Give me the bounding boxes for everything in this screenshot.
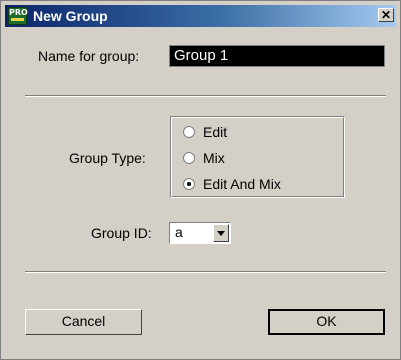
radio-option-edit-and-mix[interactable]: Edit And Mix [183, 174, 281, 194]
pro-tools-icon: PRO [8, 7, 28, 25]
ok-button[interactable]: OK [268, 309, 385, 335]
close-icon: ✕ [380, 8, 392, 22]
group-name-input[interactable]: Group 1 [169, 45, 385, 67]
chevron-down-icon[interactable] [213, 224, 229, 242]
radio-option-edit[interactable]: Edit [183, 122, 227, 142]
radio-edit-and-mix-label: Edit And Mix [203, 176, 281, 192]
name-for-group-label: Name for group: [38, 48, 140, 64]
divider-top [25, 95, 386, 97]
radio-edit-and-mix-circle[interactable] [183, 178, 195, 190]
group-type-label: Group Type: [69, 150, 146, 166]
radio-option-mix[interactable]: Mix [183, 148, 225, 168]
radio-mix-circle[interactable] [183, 152, 195, 164]
group-id-select[interactable]: a [169, 222, 231, 244]
cancel-button[interactable]: Cancel [25, 309, 142, 335]
title-bar[interactable]: PRO New Group ✕ [5, 5, 396, 27]
close-button[interactable]: ✕ [378, 8, 394, 22]
new-group-dialog: PRO New Group ✕ Name for group: Group 1 … [0, 0, 401, 360]
app-icon-bar [11, 18, 24, 21]
group-id-label: Group ID: [91, 225, 152, 241]
app-icon-text: PRO [9, 8, 28, 17]
radio-edit-label: Edit [203, 124, 228, 140]
radio-edit-circle[interactable] [183, 126, 195, 138]
window-title: New Group [33, 8, 108, 24]
divider-bottom [25, 271, 386, 273]
radio-mix-label: Mix [203, 150, 225, 166]
group-type-radio-group: Edit Mix Edit And Mix [170, 116, 345, 198]
group-id-value: a [175, 224, 183, 240]
